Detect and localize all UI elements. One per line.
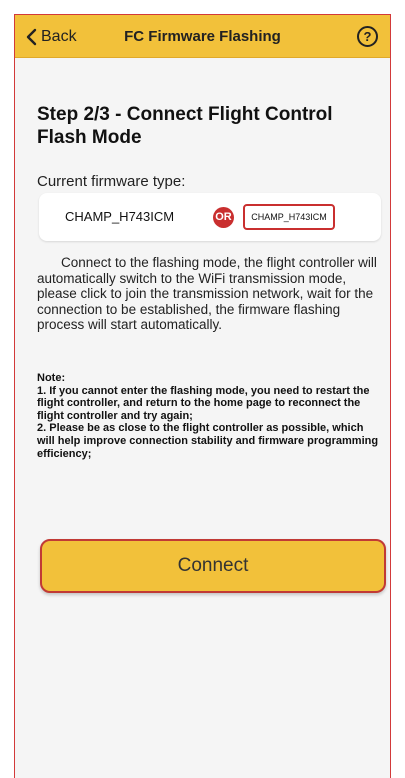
firmware-type-primary: CHAMP_H743ICM <box>65 209 175 224</box>
note-item-1: 1. If you cannot enter the flashing mode… <box>37 384 370 422</box>
instruction-text: Connect to the flashing mode, the flight… <box>37 255 377 332</box>
nav-bar: Back FC Firmware Flashing ? <box>15 15 390 58</box>
note-block: Note: 1. If you cannot enter the flashin… <box>37 372 383 460</box>
firmware-type-alternate: CHAMP_H743ICM <box>243 204 335 230</box>
firmware-type-box: CHAMP_H743ICM OR CHAMP_H743ICM <box>39 193 381 241</box>
note-item-2: 2. Please be as close to the flight cont… <box>37 422 379 460</box>
page-title: FC Firmware Flashing <box>124 28 281 45</box>
step-title: Step 2/3 - Connect Flight Control Flash … <box>37 104 333 148</box>
or-badge: OR <box>213 207 234 228</box>
help-icon[interactable]: ? <box>357 26 378 47</box>
connect-button[interactable]: Connect <box>40 539 386 593</box>
firmware-type-label: Current firmware type: <box>37 173 186 190</box>
note-heading: Note: <box>37 372 66 384</box>
app-screen: Back FC Firmware Flashing ? Step 2/3 - C… <box>14 14 391 778</box>
